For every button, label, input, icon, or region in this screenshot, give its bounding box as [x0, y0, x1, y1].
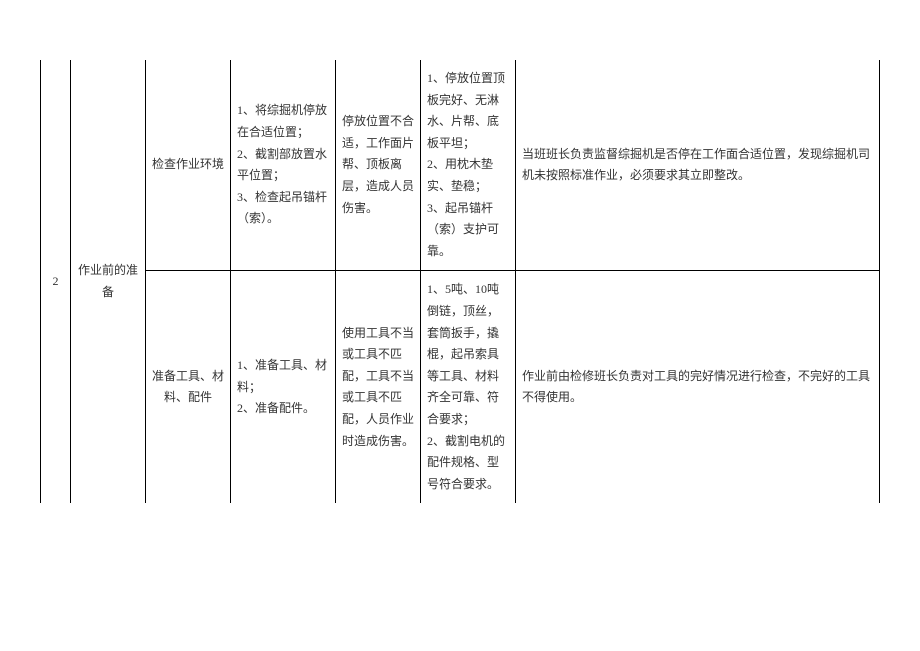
note-cell: 作业前由检修班长负责对工具的完好情况进行检查，不完好的工具不得使用。	[516, 271, 880, 503]
phase-cell: 作业前的准备	[71, 60, 146, 503]
table-row: 准备工具、材料、配件 1、准备工具、材料；2、准备配件。 使用工具不当或工具不匹…	[41, 271, 880, 503]
measure-cell: 1、5吨、10吨倒链，顶丝，套筒扳手，撬棍，起吊索具等工具、材料齐全可靠、符合要…	[421, 271, 516, 503]
measure-cell: 1、停放位置顶板完好、无淋水、片帮、底板平坦；2、用枕木垫实、垫稳；3、起吊锚杆…	[421, 60, 516, 271]
content-cell: 1、将综掘机停放在合适位置；2、截割部放置水平位置；3、检查起吊锚杆（索）。	[231, 60, 336, 271]
row-number-cell: 2	[41, 60, 71, 503]
step-cell: 检查作业环境	[146, 60, 231, 271]
risk-cell: 停放位置不合适，工作面片帮、顶板离层，造成人员伤害。	[336, 60, 421, 271]
table-row: 2 作业前的准备 检查作业环境 1、将综掘机停放在合适位置；2、截割部放置水平位…	[41, 60, 880, 271]
risk-cell: 使用工具不当或工具不匹配，工具不当或工具不匹配，人员作业时造成伤害。	[336, 271, 421, 503]
note-cell: 当班班长负责监督综掘机是否停在工作面合适位置，发现综掘机司机未按照标准作业，必须…	[516, 60, 880, 271]
step-cell: 准备工具、材料、配件	[146, 271, 231, 503]
procedure-table: 2 作业前的准备 检查作业环境 1、将综掘机停放在合适位置；2、截割部放置水平位…	[40, 60, 880, 503]
content-cell: 1、准备工具、材料；2、准备配件。	[231, 271, 336, 503]
